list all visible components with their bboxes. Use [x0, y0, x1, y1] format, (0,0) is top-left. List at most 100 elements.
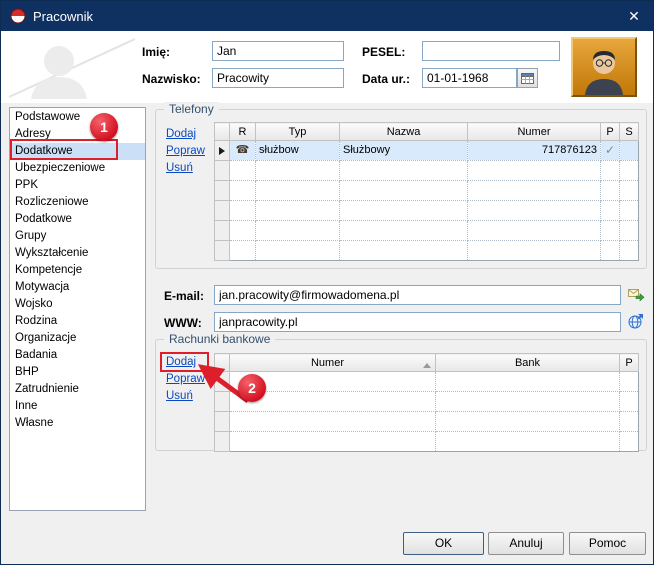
nazwisko-input[interactable] [212, 68, 344, 88]
empty-cell [215, 392, 230, 412]
email-input[interactable] [214, 285, 621, 305]
empty-cell [620, 372, 639, 392]
telefony-groupbox: Telefony Dodaj Popraw Usuń R Typ Nazwa N… [155, 109, 647, 269]
empty-cell [340, 221, 468, 241]
rachunki-group-title: Rachunki bankowe [164, 332, 275, 346]
phone-numer-cell: 717876123 [468, 141, 601, 161]
telefony-group-title: Telefony [164, 102, 219, 116]
sidebar-item-dodatkowe[interactable]: Dodatkowe [10, 143, 145, 160]
empty-cell [436, 392, 620, 412]
phones-col-s[interactable]: S [620, 123, 639, 141]
imie-input[interactable] [212, 41, 344, 61]
sidebar-item-ppk[interactable]: PPK [10, 177, 145, 194]
sidebar-item-inne[interactable]: Inne [10, 398, 145, 415]
data-ur-input[interactable] [422, 68, 517, 88]
empty-row[interactable] [215, 181, 639, 201]
phone-row-sluzbowy[interactable]: ☎ służbow Służbowy 717876123 ✓ [215, 141, 639, 161]
rachunki-popraw-link[interactable]: Popraw [166, 373, 205, 385]
empty-cell [340, 241, 468, 261]
calendar-button[interactable] [517, 68, 538, 88]
banks-col-p[interactable]: P [620, 354, 639, 372]
empty-cell [230, 432, 436, 452]
header-panel: Imię: Nazwisko: PESEL: Data ur.: [1, 31, 653, 103]
sidebar-item-wojsko[interactable]: Wojsko [10, 296, 145, 313]
photo-placeholder [7, 35, 137, 99]
empty-cell [436, 432, 620, 452]
person-icon [573, 39, 635, 95]
rachunki-dodaj-link[interactable]: Dodaj [166, 356, 196, 368]
empty-cell [230, 161, 256, 181]
empty-cell [256, 161, 340, 181]
phones-col-nazwa[interactable]: Nazwa [340, 123, 468, 141]
send-email-button[interactable] [628, 287, 646, 303]
pesel-label: PESEL: [362, 45, 405, 59]
empty-row[interactable] [215, 392, 639, 412]
pesel-input[interactable] [422, 41, 560, 61]
pomoc-button[interactable]: Pomoc [569, 532, 646, 555]
sidebar-item-badania[interactable]: Badania [10, 347, 145, 364]
sort-asc-icon [423, 363, 431, 368]
empty-cell [215, 432, 230, 452]
sidebar-item-adresy[interactable]: Adresy [10, 126, 145, 143]
telefony-popraw-link[interactable]: Popraw [166, 145, 205, 157]
open-www-button[interactable] [628, 313, 646, 329]
pracownik-dialog: Pracownik ✕ Imię: Nazwisko: PESEL: Data … [0, 0, 654, 565]
sidebar-item-zatrudnienie[interactable]: Zatrudnienie [10, 381, 145, 398]
banks-table: Numer Bank P [214, 353, 639, 452]
empty-row[interactable] [215, 241, 639, 261]
imie-label: Imię: [142, 45, 170, 59]
close-button[interactable]: ✕ [615, 1, 653, 31]
empty-cell [215, 372, 230, 392]
phone-p-check-icon: ✓ [601, 141, 620, 161]
phones-col-p[interactable]: P [601, 123, 620, 141]
sidebar-item-rozliczeniowe[interactable]: Rozliczeniowe [10, 194, 145, 211]
empty-cell [215, 241, 230, 261]
empty-cell [620, 201, 639, 221]
empty-cell [620, 181, 639, 201]
empty-row[interactable] [215, 161, 639, 181]
sidebar-item-grupy[interactable]: Grupy [10, 228, 145, 245]
sidebar-list: PodstawoweAdresyDodatkoweUbezpieczeniowe… [9, 107, 146, 511]
www-input[interactable] [214, 312, 621, 332]
empty-cell [620, 221, 639, 241]
phones-col-numer[interactable]: Numer [468, 123, 601, 141]
telefony-usun-link[interactable]: Usuń [166, 162, 193, 174]
empty-row[interactable] [215, 372, 639, 392]
sidebar-item-w-asne[interactable]: Własne [10, 415, 145, 432]
telefony-dodaj-link[interactable]: Dodaj [166, 128, 196, 140]
empty-cell [601, 241, 620, 261]
phones-col-typ[interactable]: Typ [256, 123, 340, 141]
empty-cell [256, 181, 340, 201]
sidebar-item-wykszta-cenie[interactable]: Wykształcenie [10, 245, 145, 262]
sidebar-item-podatkowe[interactable]: Podatkowe [10, 211, 145, 228]
sidebar-item-podstawowe[interactable]: Podstawowe [10, 109, 145, 126]
empty-cell [230, 412, 436, 432]
anuluj-button[interactable]: Anuluj [488, 532, 564, 555]
sidebar-item-rodzina[interactable]: Rodzina [10, 313, 145, 330]
empty-row[interactable] [215, 221, 639, 241]
sidebar-item-organizacje[interactable]: Organizacje [10, 330, 145, 347]
empty-cell [230, 221, 256, 241]
step1-badge: 1 [90, 113, 118, 141]
www-globe-icon [628, 313, 644, 329]
empty-row[interactable] [215, 412, 639, 432]
empty-cell [340, 181, 468, 201]
empty-cell [601, 161, 620, 181]
sidebar-item-kompetencje[interactable]: Kompetencje [10, 262, 145, 279]
empty-cell [436, 372, 620, 392]
empty-row[interactable] [215, 201, 639, 221]
empty-row[interactable] [215, 432, 639, 452]
sidebar-item-bhp[interactable]: BHP [10, 364, 145, 381]
sidebar-item-ubezpieczeniowe[interactable]: Ubezpieczeniowe [10, 160, 145, 177]
phones-col-r[interactable]: R [230, 123, 256, 141]
banks-selector-header [215, 354, 230, 372]
step2-badge: 2 [238, 374, 266, 402]
titlebar[interactable]: Pracownik ✕ [1, 1, 653, 31]
ok-button[interactable]: OK [403, 532, 484, 555]
phone-type-icon-cell: ☎ [230, 141, 256, 161]
banks-col-bank[interactable]: Bank [436, 354, 620, 372]
sidebar-item-motywacja[interactable]: Motywacja [10, 279, 145, 296]
empty-cell [215, 161, 230, 181]
rachunki-usun-link[interactable]: Usuń [166, 390, 193, 402]
banks-col-numer[interactable]: Numer [230, 354, 436, 372]
